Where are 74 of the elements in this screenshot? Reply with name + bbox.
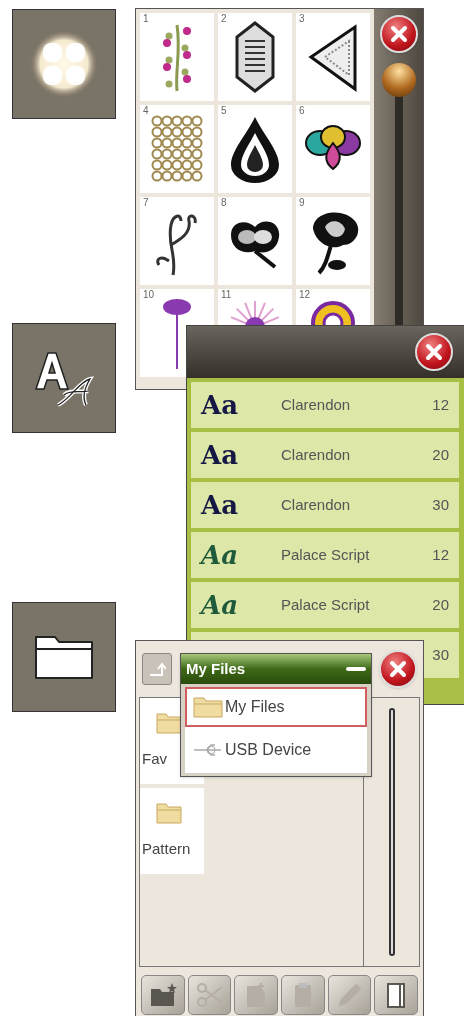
folder-name: Fav bbox=[141, 749, 167, 769]
location-item[interactable]: My Files bbox=[185, 687, 367, 727]
location-name: USB Device bbox=[225, 740, 312, 760]
design-number: 12 bbox=[299, 290, 311, 300]
menu-button[interactable] bbox=[12, 323, 116, 433]
pencil-icon bbox=[338, 984, 361, 1006]
up-folder-button[interactable] bbox=[142, 653, 172, 685]
folder-item[interactable]: Pattern bbox=[140, 788, 204, 874]
font-row[interactable]: Aa Clarendon 30 bbox=[191, 482, 459, 528]
design-tile[interactable]: 3 bbox=[296, 13, 370, 101]
font-size: 30 bbox=[432, 494, 449, 515]
design-number: 9 bbox=[299, 198, 305, 208]
toolbar-button[interactable] bbox=[374, 975, 419, 1015]
four-petal-icon bbox=[29, 29, 99, 99]
menu-button[interactable] bbox=[12, 602, 116, 712]
design-tile[interactable]: 2 bbox=[218, 13, 292, 101]
close-icon bbox=[388, 24, 409, 44]
font-row[interactable]: Aa Palace Script 12 bbox=[191, 532, 459, 578]
close-icon bbox=[388, 659, 408, 679]
font-name: Clarendon bbox=[281, 444, 352, 465]
design-tile[interactable]: 9 bbox=[296, 197, 370, 285]
font-sample: Aa bbox=[201, 488, 240, 522]
toolbar-button[interactable] bbox=[141, 975, 185, 1015]
design-tile[interactable]: 6 bbox=[296, 105, 370, 193]
design-tile[interactable]: 8 bbox=[218, 197, 292, 285]
design-number: 7 bbox=[143, 198, 149, 208]
close-button[interactable] bbox=[379, 15, 418, 53]
dropdown-title: My Files bbox=[186, 658, 246, 679]
close-button[interactable] bbox=[415, 333, 453, 371]
font-name: Clarendon bbox=[281, 494, 352, 515]
menu-button[interactable] bbox=[12, 9, 116, 119]
dropdown-header[interactable]: My Files bbox=[181, 654, 371, 684]
font-name: Palace Script bbox=[281, 544, 371, 565]
design-tile[interactable]: 7 bbox=[140, 197, 214, 285]
folder-icon bbox=[33, 633, 95, 681]
design-tile[interactable]: 1 bbox=[140, 13, 214, 101]
font-name: Clarendon bbox=[281, 394, 352, 415]
font-sample: Aa bbox=[201, 588, 240, 622]
font-name: Palace Script bbox=[281, 594, 371, 615]
design-number: 11 bbox=[221, 290, 232, 300]
font-row[interactable]: Aa Clarendon 20 bbox=[191, 432, 459, 478]
font-size: 20 bbox=[432, 594, 449, 615]
usb-icon bbox=[193, 743, 223, 757]
design-tile[interactable]: 4 bbox=[140, 105, 214, 193]
font-sample: Aa bbox=[201, 438, 240, 472]
design-number: 1 bbox=[143, 14, 149, 24]
design-number: 8 bbox=[221, 198, 227, 208]
font-size: 12 bbox=[432, 394, 449, 415]
font-row[interactable]: Aa Palace Script 20 bbox=[191, 582, 459, 628]
font-sample: Aa bbox=[201, 538, 240, 572]
design-number: 3 bbox=[299, 14, 305, 24]
font-size: 20 bbox=[432, 444, 449, 465]
scrollbar-thumb[interactable] bbox=[381, 63, 416, 97]
folder-icon bbox=[193, 696, 223, 718]
up-arrow-icon bbox=[148, 661, 166, 677]
minimize-icon bbox=[346, 667, 366, 671]
folder-icon bbox=[156, 802, 182, 824]
design-number: 2 bbox=[221, 14, 227, 24]
design-number: 4 bbox=[143, 106, 149, 116]
scrollbar-track[interactable] bbox=[388, 708, 395, 956]
scissors-icon bbox=[194, 981, 225, 1009]
location-name: My Files bbox=[225, 697, 285, 717]
font-size: 30 bbox=[432, 644, 449, 665]
design-tile[interactable]: 5 bbox=[218, 105, 292, 193]
folder-name: Pattern bbox=[141, 839, 191, 859]
design-number: 5 bbox=[221, 106, 227, 116]
font-size: 12 bbox=[432, 544, 449, 565]
design-number: 6 bbox=[299, 106, 305, 116]
font-row[interactable]: Aa Clarendon 12 bbox=[191, 382, 459, 428]
close-button[interactable] bbox=[379, 650, 417, 688]
close-icon bbox=[424, 342, 444, 362]
font-sample: Aa bbox=[201, 388, 240, 422]
folder-icon bbox=[156, 712, 182, 734]
design-number: 10 bbox=[143, 290, 155, 300]
